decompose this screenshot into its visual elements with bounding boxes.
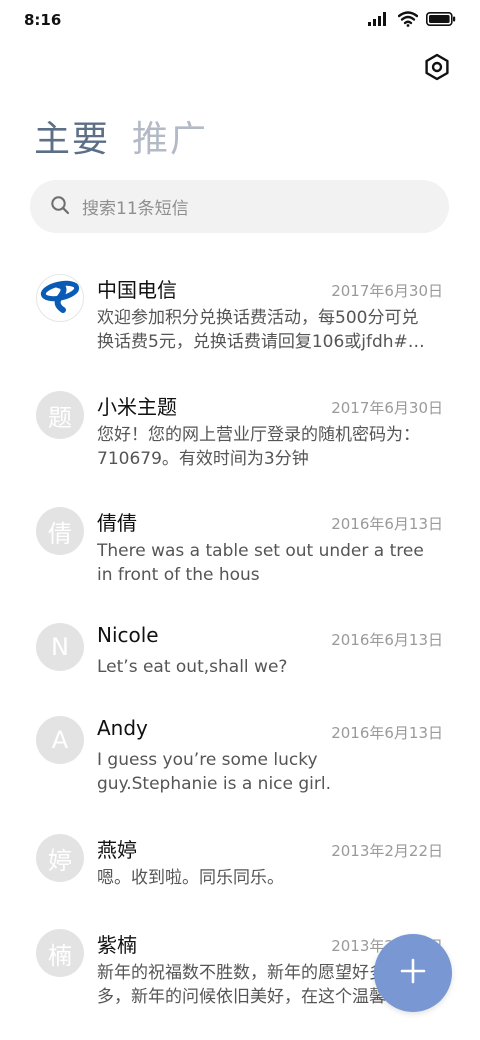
message-preview: There was a table set out under a tree i… <box>97 541 424 585</box>
conversation-item[interactable]: 中国电信 2017年6月30日 欢迎参加积分兑换话费活动，每500分可兑换话费5… <box>0 258 480 368</box>
china-telecom-logo-icon <box>38 273 82 323</box>
avatar: 倩 <box>36 507 84 555</box>
message-date: 2016年6月13日 <box>331 515 443 533</box>
message-date: 2017年6月30日 <box>331 399 443 417</box>
message-preview: 欢迎参加积分兑换话费活动，每500分可兑换话费5元，兑换话费请回复106或jfd… <box>97 308 425 352</box>
conversation-item[interactable]: 倩 倩倩 2016年6月13日 There was a table set ou… <box>0 491 480 601</box>
contact-name: 紫楠 <box>97 933 137 957</box>
avatar <box>36 274 84 322</box>
message-date: 2016年6月13日 <box>331 724 443 742</box>
tab-promotions[interactable]: 推广 <box>132 110 208 162</box>
conversation-item[interactable]: A Andy 2016年6月13日 I guess you’re some lu… <box>0 700 480 810</box>
message-preview: I guess you’re some lucky guy.Stephanie … <box>97 750 332 794</box>
category-tabs: 主要 推广 <box>34 110 208 162</box>
search-icon <box>50 195 70 219</box>
settings-button[interactable] <box>420 52 454 86</box>
contact-name: 中国电信 <box>97 278 177 302</box>
avatar: N <box>36 623 84 671</box>
settings-hexagon-icon <box>424 53 450 85</box>
message-date: 2013年2月22日 <box>331 842 443 860</box>
message-preview: 您好！您的网上营业厅登录的随机密码为：710679。有效时间为3分钟 <box>97 425 420 469</box>
new-message-button[interactable] <box>374 934 452 1012</box>
contact-name: 燕婷 <box>97 838 137 862</box>
contact-name: 倩倩 <box>97 511 137 535</box>
battery-icon <box>426 12 456 26</box>
status-bar: 8:16 <box>0 0 480 44</box>
contact-name: Andy <box>97 716 148 740</box>
avatar: A <box>36 716 84 764</box>
contact-name: Nicole <box>97 623 159 647</box>
conversation-item[interactable]: 婷 燕婷 2013年2月22日 嗯。收到啦。同乐同乐。 <box>0 818 480 928</box>
avatar: 楠 <box>36 929 84 977</box>
message-preview: 嗯。收到啦。同乐同乐。 <box>97 868 284 888</box>
wifi-icon <box>398 11 418 27</box>
avatar: 题 <box>36 391 84 439</box>
search-bar[interactable]: 搜索11条短信 <box>30 180 449 233</box>
message-preview: Let’s eat out,shall we? <box>97 657 288 677</box>
message-date: 2016年6月13日 <box>331 631 443 649</box>
tab-primary[interactable]: 主要 <box>34 110 110 162</box>
conversation-item[interactable]: 题 小米主题 2017年6月30日 您好！您的网上营业厅登录的随机密码为：710… <box>0 375 480 485</box>
message-date: 2017年6月30日 <box>331 282 443 300</box>
plus-icon <box>399 957 427 989</box>
signal-icon <box>368 12 390 26</box>
contact-name: 小米主题 <box>97 395 177 419</box>
status-icons <box>368 11 456 27</box>
avatar: 婷 <box>36 834 84 882</box>
status-time: 8:16 <box>24 11 62 29</box>
search-placeholder: 搜索11条短信 <box>82 199 189 219</box>
